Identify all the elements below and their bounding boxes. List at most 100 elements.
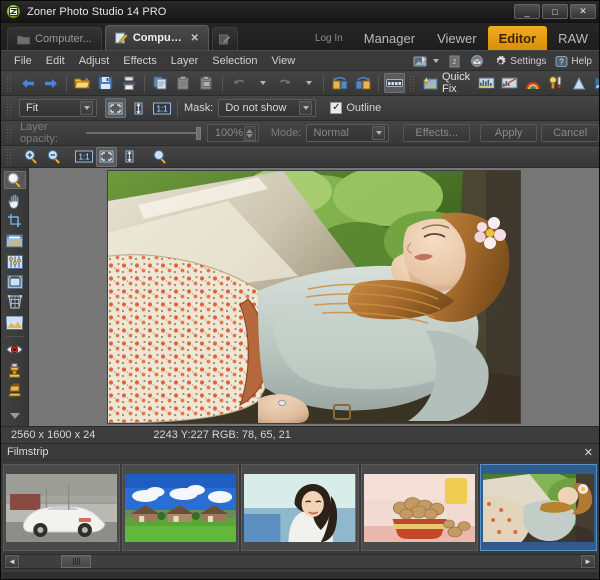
menu-selection[interactable]: Selection: [205, 55, 264, 67]
zoom-tool[interactable]: [4, 171, 26, 189]
crop-tool[interactable]: [4, 212, 26, 230]
copy-button[interactable]: [150, 73, 171, 93]
settings-button[interactable]: Settings: [491, 55, 549, 68]
thumb-bowl-of-nuts[interactable]: [361, 464, 478, 551]
menu-file[interactable]: File: [7, 55, 39, 67]
menu-view[interactable]: View: [265, 55, 303, 67]
tab-computer-browser[interactable]: Computer...: [7, 27, 102, 50]
mode-editor[interactable]: Editor: [488, 26, 548, 50]
scroll-left-button[interactable]: ◄: [5, 555, 19, 568]
zoom-fit-button[interactable]: [96, 147, 117, 167]
toolbar-grip-2[interactable]: [409, 75, 416, 92]
filmstrip-scrollbar[interactable]: ◄ ►: [4, 554, 596, 569]
options-grip[interactable]: [6, 100, 13, 117]
zoom-fit-height-button[interactable]: [119, 147, 140, 167]
mode-manager[interactable]: Manager: [353, 26, 426, 50]
layer-grip[interactable]: [6, 125, 13, 142]
redo-button[interactable]: [274, 73, 295, 93]
layer-opacity-stepper[interactable]: 100%: [207, 124, 259, 142]
mode-viewer[interactable]: Viewer: [426, 26, 488, 50]
maximize-button[interactable]: □: [542, 4, 568, 19]
fit-to-window-icon: [108, 102, 123, 115]
red-eye-tool[interactable]: [4, 341, 26, 359]
levels-tool[interactable]: [4, 252, 26, 270]
thumb-woman-lying[interactable]: [480, 464, 597, 551]
sharpen-button[interactable]: [568, 73, 589, 93]
filmstrip-close-icon[interactable]: ✕: [584, 446, 593, 459]
stepper-arrows-icon[interactable]: [244, 126, 256, 141]
zoom-in-button[interactable]: [20, 147, 41, 167]
image-dimensions: 2560 x 1600 x 24: [1, 429, 95, 441]
layer-opacity-value: 100%: [215, 127, 243, 139]
apply-button[interactable]: Apply: [480, 124, 538, 142]
blend-mode-select[interactable]: Normal: [306, 124, 389, 142]
layer-opacity-slider[interactable]: [86, 127, 201, 140]
color-button[interactable]: [522, 73, 543, 93]
login-link[interactable]: Log In: [305, 26, 353, 50]
straighten-tool[interactable]: [4, 232, 26, 250]
mode-raw[interactable]: RAW: [547, 26, 599, 50]
open-button[interactable]: [72, 73, 93, 93]
toolbar-grip[interactable]: [6, 75, 13, 92]
print-button[interactable]: [118, 73, 139, 93]
menu-effects[interactable]: Effects: [116, 55, 163, 67]
gradient-tool[interactable]: [4, 313, 26, 331]
canvas-resize-tool[interactable]: [4, 273, 26, 291]
tab-close-icon[interactable]: ✕: [190, 33, 198, 44]
back-button[interactable]: [17, 73, 38, 93]
quick-fix-button[interactable]: Quick Fix: [419, 71, 475, 95]
filmstrip-toggle-button[interactable]: [384, 73, 405, 93]
contrast-button[interactable]: [591, 73, 600, 93]
thumb-white-car[interactable]: [3, 464, 120, 551]
thumb-suburban-houses[interactable]: [122, 464, 239, 551]
levels-button[interactable]: [476, 73, 497, 93]
application-window: Zoner Photo Studio 14 PRO _ □ ✕ Computer…: [0, 0, 600, 580]
forward-button[interactable]: [40, 73, 61, 93]
cancel-button[interactable]: Cancel: [541, 124, 599, 142]
more-tools-button[interactable]: [4, 407, 26, 425]
brightness-button[interactable]: [545, 73, 566, 93]
new-tab-icon[interactable]: [212, 27, 238, 50]
minimize-button[interactable]: _: [514, 4, 540, 19]
zoom-lock-button[interactable]: [149, 147, 170, 167]
rotate-left-button[interactable]: [329, 73, 350, 93]
redo-dropdown[interactable]: [297, 73, 318, 93]
outline-checkbox[interactable]: ✓: [330, 102, 342, 114]
edited-photo[interactable]: [108, 171, 520, 423]
zoom-100-button[interactable]: 1:1: [151, 98, 172, 118]
retouch-tool[interactable]: [4, 381, 26, 399]
slider-knob[interactable]: [196, 127, 201, 140]
menu-adjust[interactable]: Adjust: [72, 55, 117, 67]
paste-button[interactable]: [173, 73, 194, 93]
menu-edit[interactable]: Edit: [39, 55, 72, 67]
scrollbar-thumb[interactable]: [61, 555, 91, 568]
zoom-out-button[interactable]: [43, 147, 64, 167]
curves-button[interactable]: [499, 73, 520, 93]
thumb-woman-portrait[interactable]: [241, 464, 358, 551]
tab-computer-editor[interactable]: Compute... ✕: [105, 25, 209, 50]
effects-dialog-button[interactable]: Effects...: [403, 124, 469, 142]
zoom-grip[interactable]: [6, 148, 13, 165]
paste-special-button[interactable]: [196, 73, 217, 93]
zoom-level-value: Fit: [26, 102, 38, 114]
clone-stamp-tool[interactable]: [4, 361, 26, 379]
rotate-right-button[interactable]: [352, 73, 373, 93]
undo-dropdown[interactable]: [251, 73, 272, 93]
pan-tool[interactable]: [4, 191, 26, 209]
distort-tool[interactable]: [4, 293, 26, 311]
scroll-right-button[interactable]: ►: [581, 555, 595, 568]
email-button[interactable]: [467, 55, 488, 68]
fit-height-button[interactable]: [128, 98, 149, 118]
image-canvas[interactable]: [29, 168, 599, 426]
menu-layer[interactable]: Layer: [164, 55, 206, 67]
zoom-level-select[interactable]: Fit: [19, 99, 97, 117]
mask-select[interactable]: Do not show: [218, 99, 316, 117]
fit-to-window-button[interactable]: [105, 98, 126, 118]
print-page-button[interactable]: 2: [445, 55, 464, 68]
save-button[interactable]: [95, 73, 116, 93]
undo-button[interactable]: [228, 73, 249, 93]
close-button[interactable]: ✕: [570, 4, 596, 19]
share-export-button[interactable]: [410, 55, 442, 68]
zoom-actual-button[interactable]: 1:1: [73, 147, 94, 167]
help-button[interactable]: ? Help: [552, 55, 595, 68]
